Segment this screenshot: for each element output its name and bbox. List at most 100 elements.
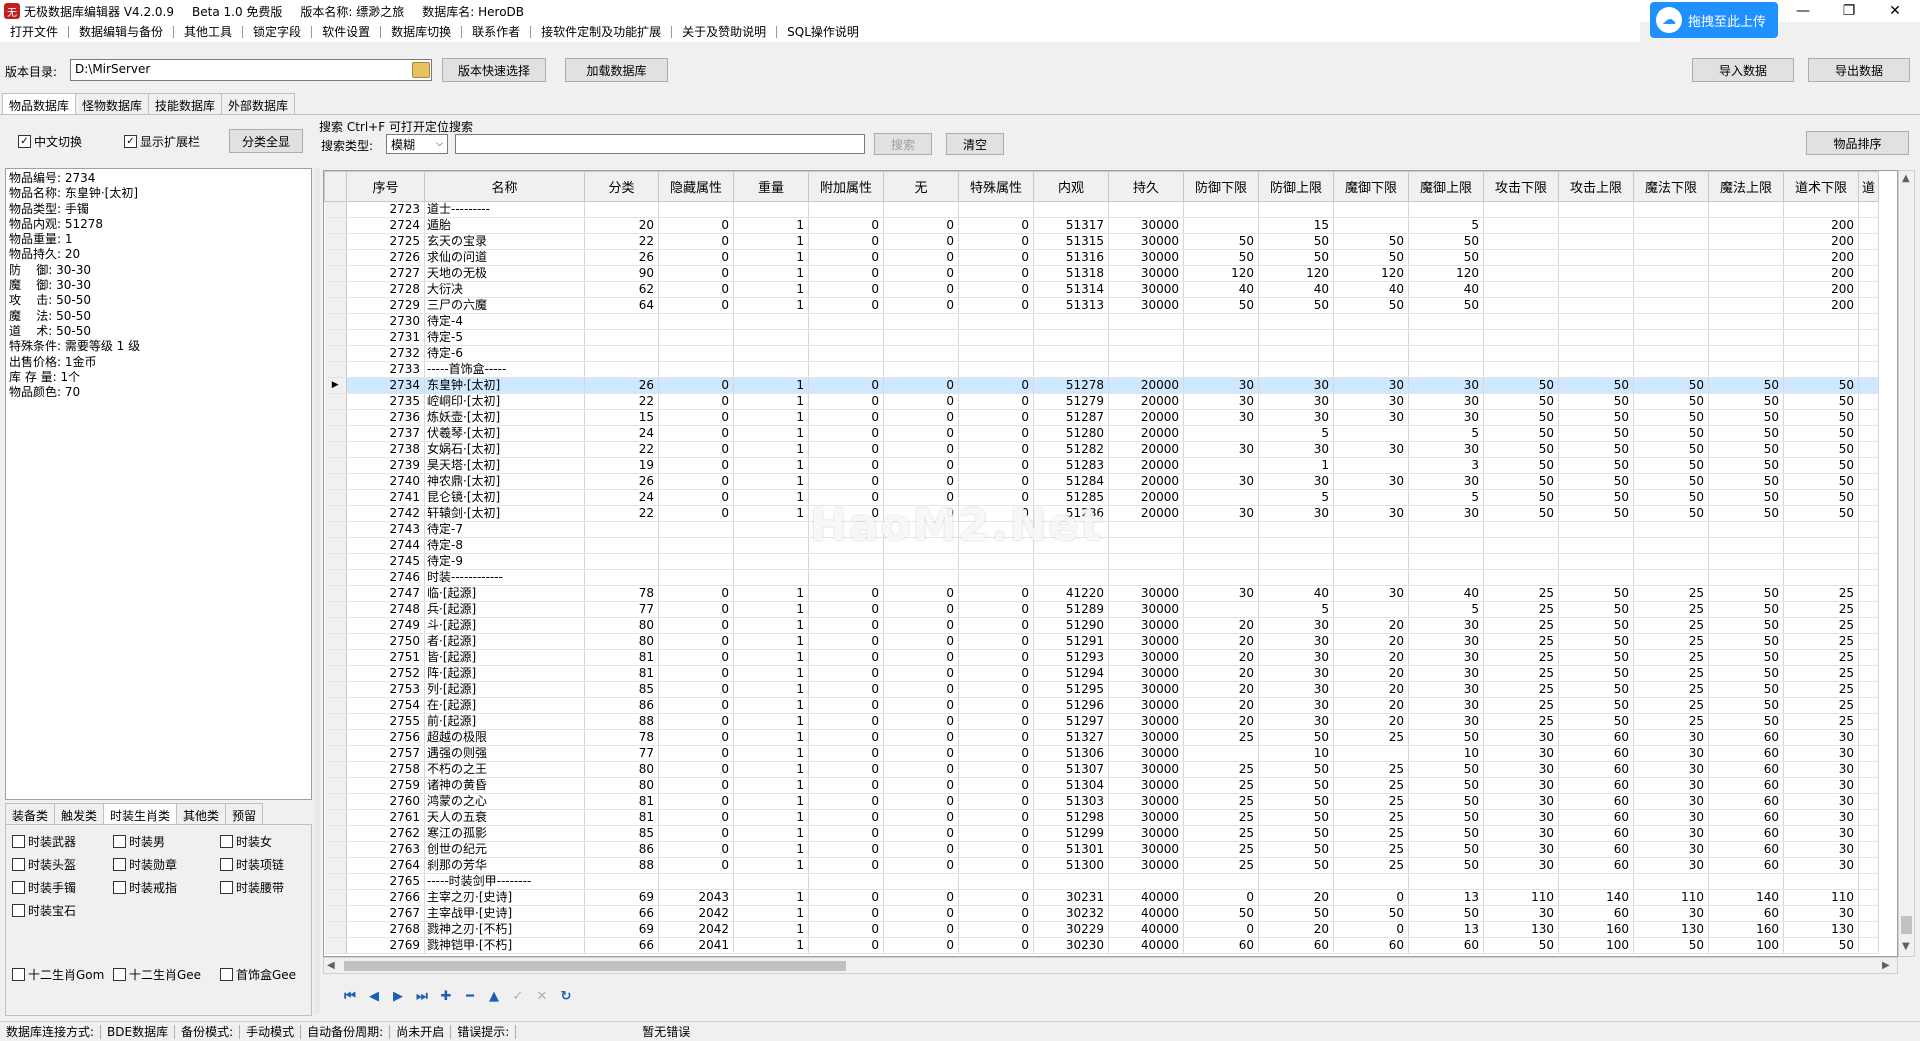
table-cell[interactable] [883, 361, 959, 378]
first-record-icon[interactable]: ⏮ [338, 986, 362, 1006]
row-selector[interactable] [324, 809, 347, 826]
vertical-scrollbar[interactable]: ▲ ▼ [1898, 170, 1915, 957]
table-cell[interactable] [1258, 521, 1334, 538]
insert-record-icon[interactable]: ✚ [434, 986, 458, 1006]
table-cell[interactable] [1858, 265, 1879, 282]
row-selector[interactable] [324, 713, 347, 730]
table-cell[interactable]: 0 [808, 665, 884, 682]
table-row[interactable]: 2728 大衍决 62 0 1 0 0 0 51314 30000 40 40 40 40 200 [324, 281, 1879, 298]
table-cell[interactable] [1483, 537, 1559, 554]
table-cell[interactable]: 2729 [346, 297, 425, 314]
table-cell[interactable]: 0 [958, 297, 1034, 314]
table-cell[interactable] [1183, 425, 1259, 442]
table-cell[interactable]: 0 [808, 905, 884, 922]
table-cell[interactable] [1633, 329, 1709, 346]
table-cell[interactable] [1858, 409, 1879, 426]
table-cell[interactable]: 0 [658, 777, 734, 794]
table-cell[interactable]: 0 [958, 425, 1034, 442]
table-row[interactable]: 2746 时装------------ [324, 569, 1879, 586]
table-cell[interactable]: 20 [1333, 617, 1409, 634]
table-cell[interactable]: 0 [658, 297, 734, 314]
table-cell[interactable]: 昊天塔·[太初] [424, 457, 585, 474]
table-cell[interactable]: 81 [584, 665, 659, 682]
table-cell[interactable]: 天地の无极 [424, 265, 585, 282]
table-cell[interactable]: 25 [1783, 713, 1859, 730]
table-cell[interactable]: 25 [1483, 681, 1559, 698]
table-cell[interactable] [1408, 201, 1484, 218]
table-cell[interactable]: 60 [1708, 777, 1784, 794]
table-cell[interactable]: 1 [733, 937, 809, 954]
table-cell[interactable]: 20 [1333, 681, 1409, 698]
table-cell[interactable]: 25 [1633, 713, 1709, 730]
table-cell[interactable]: 30000 [1108, 585, 1184, 602]
table-cell[interactable]: 50 [1258, 905, 1334, 922]
table-cell[interactable]: 30 [1408, 713, 1484, 730]
table-cell[interactable]: 20000 [1108, 409, 1184, 426]
table-cell[interactable] [1558, 297, 1634, 314]
table-cell[interactable]: 10 [1408, 745, 1484, 762]
table-cell[interactable]: 2760 [346, 793, 425, 810]
table-cell[interactable]: 1 [733, 457, 809, 474]
table-cell[interactable]: 50 [1783, 489, 1859, 506]
table-cell[interactable] [1783, 569, 1859, 586]
column-header[interactable]: 攻击下限 [1483, 171, 1559, 202]
table-cell[interactable]: 30 [1183, 473, 1259, 490]
table-cell[interactable]: 1 [733, 745, 809, 762]
table-cell[interactable]: 在·[起源] [424, 697, 585, 714]
table-cell[interactable]: 20000 [1108, 489, 1184, 506]
table-cell[interactable] [1558, 233, 1634, 250]
table-cell[interactable]: 天人の五衰 [424, 809, 585, 826]
table-row[interactable]: 2726 求仙の问道 26 0 1 0 0 0 51316 30000 50 50 50 50 200 [324, 249, 1879, 266]
table-cell[interactable]: 30 [1483, 729, 1559, 746]
table-cell[interactable]: 1 [733, 649, 809, 666]
table-cell[interactable]: 30000 [1108, 761, 1184, 778]
table-cell[interactable]: 50 [1483, 425, 1559, 442]
table-cell[interactable]: 50 [1633, 441, 1709, 458]
table-cell[interactable]: 0 [958, 473, 1034, 490]
table-cell[interactable]: 20 [1183, 665, 1259, 682]
table-cell[interactable]: 2731 [346, 329, 425, 346]
table-cell[interactable]: 2739 [346, 457, 425, 474]
table-cell[interactable]: 50 [1483, 377, 1559, 394]
table-cell[interactable]: 30 [1258, 681, 1334, 698]
table-cell[interactable]: 2734 [346, 377, 425, 394]
folder-icon[interactable] [412, 62, 430, 78]
table-cell[interactable]: 60 [1708, 729, 1784, 746]
table-cell[interactable]: 0 [658, 697, 734, 714]
table-cell[interactable]: 30231 [1033, 889, 1109, 906]
table-cell[interactable]: 0 [958, 665, 1034, 682]
column-header[interactable]: 分类 [584, 171, 659, 202]
table-cell[interactable] [733, 361, 809, 378]
table-cell[interactable]: 东皇钟·[太初] [424, 377, 585, 394]
row-selector[interactable] [324, 473, 347, 490]
table-cell[interactable]: 50 [1708, 585, 1784, 602]
row-selector[interactable] [324, 745, 347, 762]
table-cell[interactable]: 30 [1408, 697, 1484, 714]
table-cell[interactable]: 51316 [1033, 249, 1109, 266]
category-checkbox[interactable]: 时装勋章 [113, 856, 177, 873]
table-cell[interactable] [1558, 265, 1634, 282]
table-cell[interactable]: 0 [958, 505, 1034, 522]
menu-item[interactable]: 接软件定制及功能扩展 [531, 26, 673, 38]
table-cell[interactable]: 0 [808, 729, 884, 746]
table-cell[interactable] [1558, 537, 1634, 554]
table-cell[interactable]: 51287 [1033, 409, 1109, 426]
table-cell[interactable]: 51297 [1033, 713, 1109, 730]
table-cell[interactable]: 20 [1333, 649, 1409, 666]
table-cell[interactable]: 0 [883, 217, 959, 234]
table-cell[interactable]: -----时装剑甲-------- [424, 873, 585, 890]
table-cell[interactable] [658, 537, 734, 554]
table-cell[interactable]: 1 [733, 473, 809, 490]
table-cell[interactable]: 2744 [346, 537, 425, 554]
table-cell[interactable]: 30229 [1033, 921, 1109, 938]
table-cell[interactable]: 0 [658, 585, 734, 602]
table-cell[interactable]: 30 [1783, 777, 1859, 794]
table-cell[interactable] [1558, 281, 1634, 298]
table-cell[interactable]: 0 [958, 585, 1034, 602]
table-cell[interactable]: 2762 [346, 825, 425, 842]
table-cell[interactable]: 25 [1633, 681, 1709, 698]
table-cell[interactable] [1483, 553, 1559, 570]
table-cell[interactable]: 30 [1408, 617, 1484, 634]
table-cell[interactable]: 50 [1558, 585, 1634, 602]
table-cell[interactable]: 25 [1483, 633, 1559, 650]
